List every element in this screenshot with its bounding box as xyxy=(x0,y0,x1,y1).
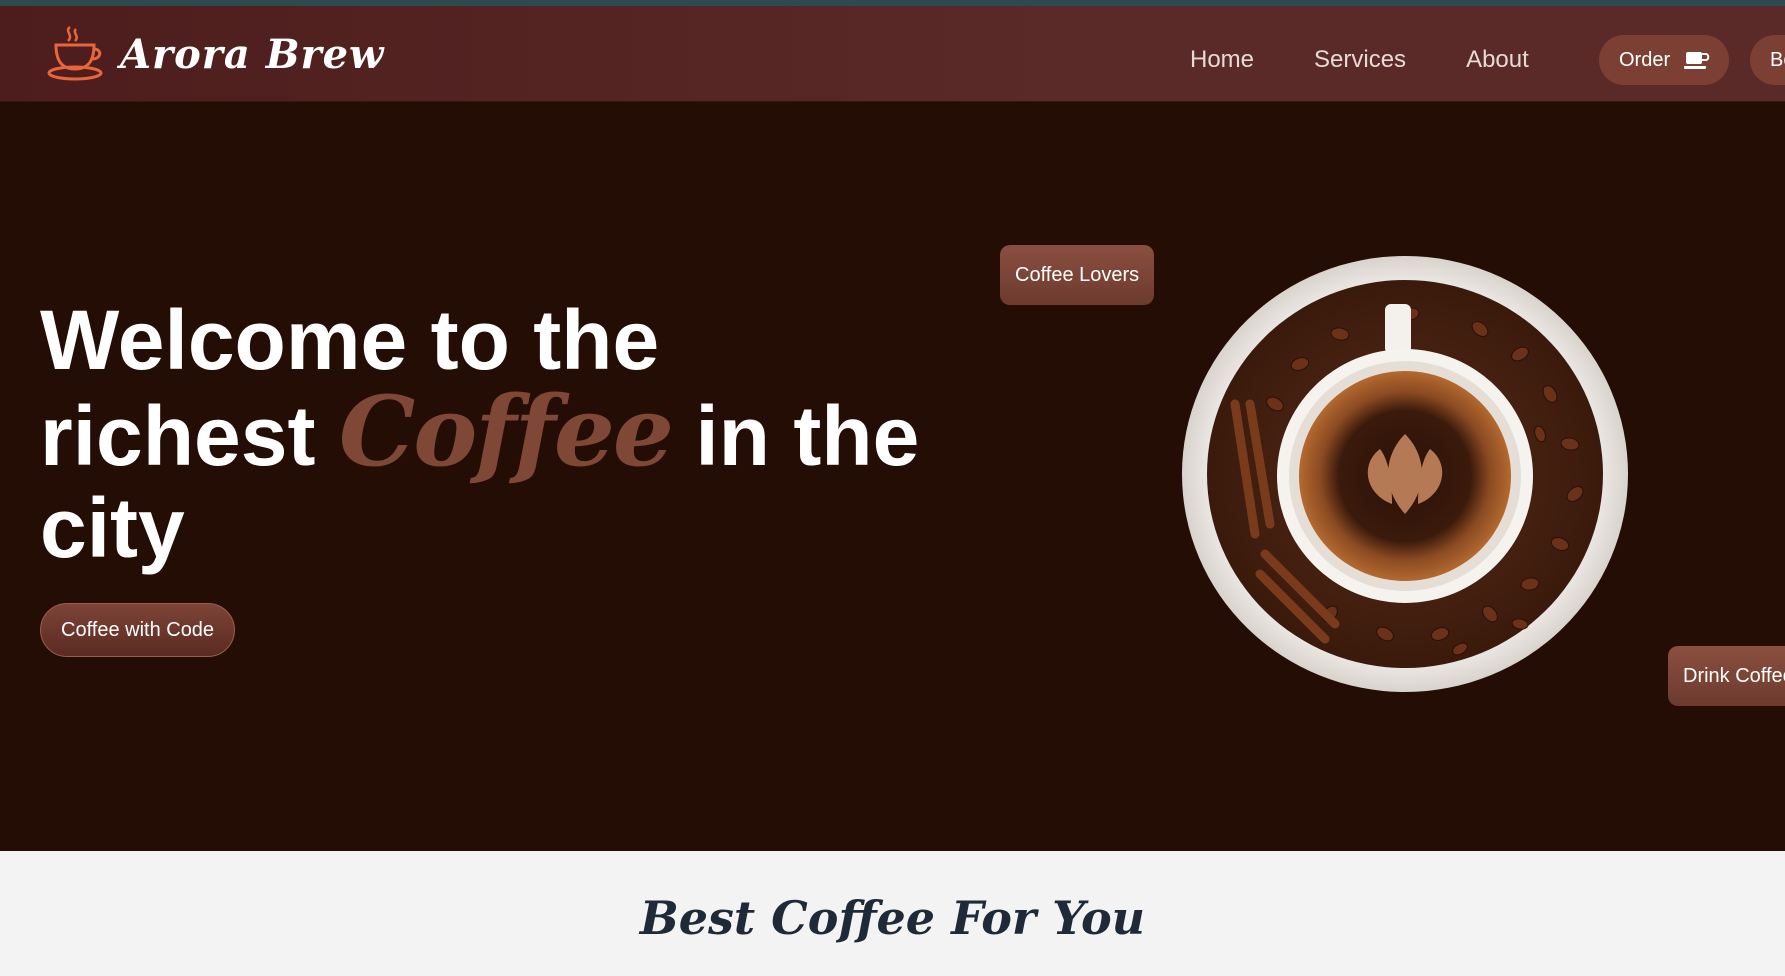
brand[interactable]: Arora Brew xyxy=(44,24,384,84)
brand-name: Arora Brew xyxy=(120,30,385,78)
hero-title: Welcome to the richest Coffee in the cit… xyxy=(40,294,940,574)
coffee-lovers-badge: Coffee Lovers xyxy=(1000,245,1154,305)
coffee-cup-image xyxy=(1180,254,1630,694)
section-title: Best Coffee For You xyxy=(639,891,1146,945)
nav-about[interactable]: About xyxy=(1466,46,1529,74)
order-label: Order xyxy=(1619,48,1671,71)
book-label: Bo xyxy=(1770,48,1785,71)
hero-title-highlight: Coffee xyxy=(338,375,674,488)
hero: Welcome to the richest Coffee in the cit… xyxy=(0,102,1785,851)
nav-services[interactable]: Services xyxy=(1314,46,1406,74)
coffee-with-code-button[interactable]: Coffee with Code xyxy=(40,603,236,657)
navbar: Arora Brew Home Services About Order Bo xyxy=(0,6,1785,102)
coffee-cup-icon xyxy=(1684,50,1710,70)
coffee-cup-icon xyxy=(44,23,106,85)
best-coffee-section: Best Coffee For You xyxy=(0,851,1785,976)
drink-coffee-badge: Drink Coffee xyxy=(1668,646,1785,706)
nav-links: Home Services About xyxy=(1190,12,1589,107)
nav-home[interactable]: Home xyxy=(1190,46,1254,74)
book-button[interactable]: Bo xyxy=(1750,35,1785,85)
order-button[interactable]: Order xyxy=(1599,35,1729,85)
page: Arora Brew Home Services About Order Bo … xyxy=(0,0,1785,976)
